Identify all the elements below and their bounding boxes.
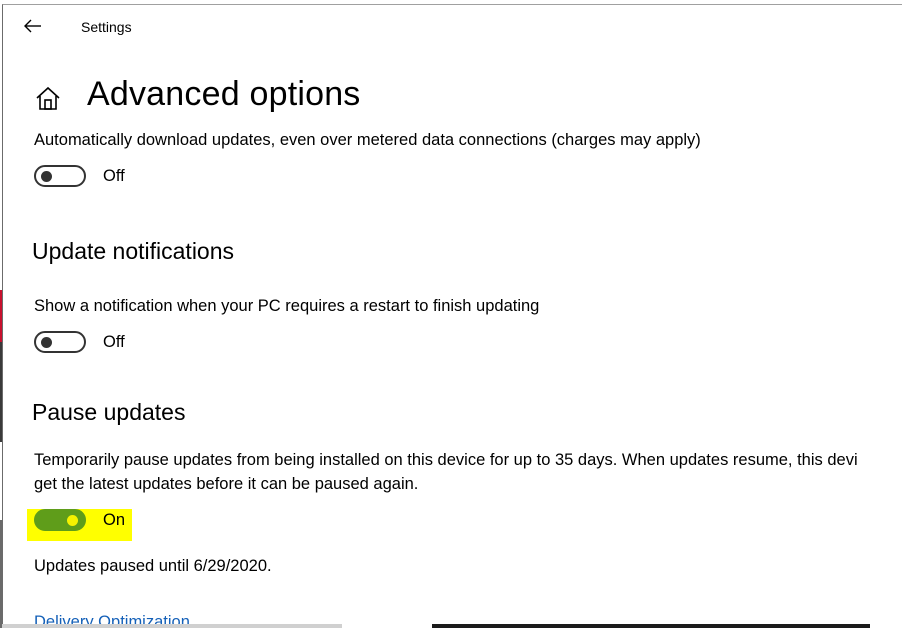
window-title: Settings bbox=[81, 19, 132, 35]
pause-status-text: Updates paused until 6/29/2020. bbox=[34, 557, 272, 575]
arrow-left-icon bbox=[24, 19, 41, 33]
home-icon[interactable] bbox=[34, 85, 62, 113]
taskbar-fragment-right bbox=[432, 624, 870, 628]
notifications-toggle[interactable] bbox=[34, 331, 86, 353]
metered-description: Automatically download updates, even ove… bbox=[34, 131, 701, 149]
page-title: Advanced options bbox=[87, 75, 361, 113]
notifications-toggle-state: Off bbox=[103, 333, 125, 351]
pause-description-line2: get the latest updates before it can be … bbox=[34, 475, 419, 493]
pause-toggle-state: On bbox=[103, 511, 126, 529]
notifications-description: Show a notification when your PC require… bbox=[34, 297, 540, 315]
pause-updates-heading: Pause updates bbox=[32, 399, 186, 425]
taskbar-fragment-left bbox=[2, 624, 342, 628]
toggle-knob bbox=[67, 515, 78, 526]
metered-toggle[interactable] bbox=[34, 165, 86, 187]
title-bar: Settings bbox=[3, 5, 902, 49]
metered-toggle-state: Off bbox=[103, 167, 125, 185]
pause-toggle[interactable] bbox=[34, 509, 86, 531]
toggle-knob bbox=[41, 171, 52, 182]
toggle-knob bbox=[41, 337, 52, 348]
back-button[interactable] bbox=[19, 15, 47, 37]
update-notifications-heading: Update notifications bbox=[32, 238, 235, 264]
settings-window: Settings Advanced options Automatically … bbox=[2, 4, 902, 627]
pause-description-line1: Temporarily pause updates from being ins… bbox=[34, 451, 858, 469]
